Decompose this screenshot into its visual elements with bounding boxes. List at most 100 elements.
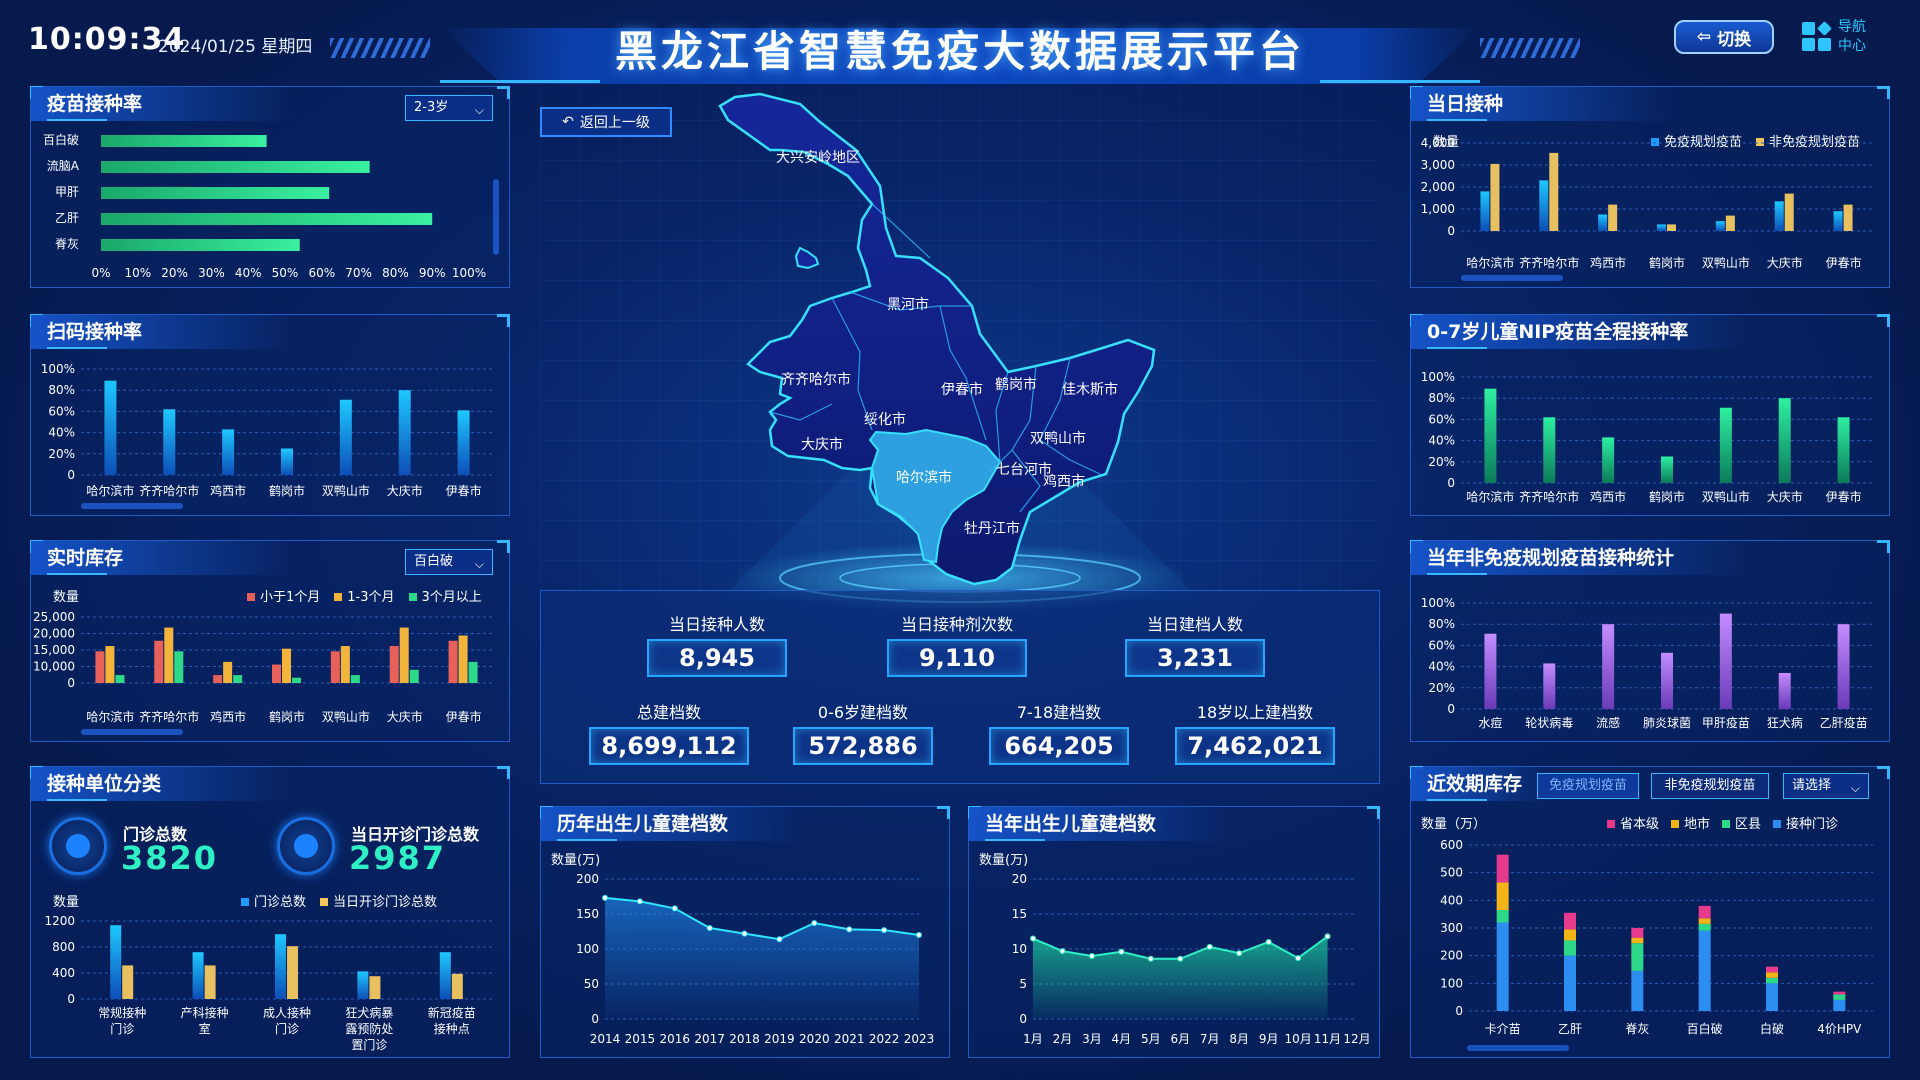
data-point [916, 932, 922, 938]
bar [204, 965, 216, 999]
y-tick-label: 4,000 [1421, 136, 1455, 150]
x-tick-label: 双鸭山市 [1702, 255, 1750, 270]
y-tick-label: 150 [576, 907, 599, 921]
x-tick-label: 双鸭山市 [322, 709, 370, 724]
expiry-chart: 0 100 200 300 400 500 600 卡介苗 乙肝 脊灰 百白破 白破 4价HPV [1440, 838, 1873, 1036]
bar [1549, 152, 1559, 231]
header: 10:09:34 2024/01/25 星期四 黑龙江省智慧免疫大数据展示平台 … [0, 0, 1920, 84]
bar [1608, 204, 1618, 231]
y-tick-label: 800 [52, 940, 75, 954]
bar [468, 661, 478, 683]
y-tick-label: 0 [591, 1012, 599, 1026]
x-tick-label: 鹤岗市 [1649, 489, 1685, 504]
horizontal-scrollbar[interactable] [81, 729, 183, 735]
x-tick-label: 7月 [1200, 1032, 1220, 1046]
x-tick-label: 2017 [694, 1032, 725, 1046]
bar-segment [1564, 912, 1576, 930]
bar [101, 213, 433, 225]
bar [1778, 672, 1791, 709]
bar [350, 675, 360, 683]
data-point [741, 930, 748, 937]
x-tick-label: 水痘 [1478, 715, 1502, 730]
y-tick-label: 200 [1440, 949, 1463, 963]
bar-segment [1833, 991, 1846, 995]
bar [369, 976, 381, 999]
back-button[interactable]: ↶ 返回上一级 [540, 107, 672, 137]
bar [1543, 663, 1556, 709]
x-tick-label: 甲肝疫苗 [1702, 715, 1750, 730]
x-tick-label: 门诊 [275, 1021, 299, 1036]
x-tick-label: 2019 [764, 1032, 795, 1046]
bar [110, 925, 122, 999]
vaccine-rate-chart: 0% 10% 20% 30% 40% 50% 60% 70% 80% 90% 100% 百白破流脑A 甲… [43, 132, 486, 280]
x-tick-label: 门诊 [110, 1021, 134, 1036]
x-tick-label: 6月 [1170, 1032, 1190, 1046]
x-tick-label: 0% [91, 266, 110, 280]
bar-segment [1496, 922, 1509, 1011]
bar [95, 651, 105, 683]
x-tick-label: 双鸭山市 [322, 483, 370, 498]
bar-segment [1631, 943, 1644, 971]
x-tick-label: 肺炎球菌 [1643, 716, 1691, 730]
bar [1837, 417, 1850, 483]
bar [1543, 417, 1556, 483]
bar [340, 646, 350, 683]
bar [101, 135, 267, 147]
vertical-scrollbar[interactable] [493, 179, 499, 255]
y-tick-label: 100 [1440, 976, 1463, 990]
header-line-right [1320, 80, 1480, 83]
x-tick-label: 2023 [904, 1032, 935, 1046]
y-tick-label: 25,000 [33, 610, 75, 624]
bar-segment [1833, 999, 1846, 1011]
x-tick-label: 50% [272, 266, 299, 280]
bar [101, 239, 300, 251]
y-tick-label: 40% [1428, 660, 1455, 674]
stat-7-18-records: 7-18建档数 664,205 [989, 699, 1129, 765]
bar [1484, 388, 1497, 483]
nav-center-link[interactable]: 导航中心 [1838, 18, 1878, 56]
bar [104, 380, 117, 475]
nip-panel: 0-7岁儿童NIP疫苗全程接种率 0 20% 40% 60% 80% 100% 哈尔滨市 齐齐… [1410, 314, 1890, 516]
bar [1725, 215, 1735, 231]
y-tick-label: 60% [48, 404, 75, 418]
horizontal-scrollbar[interactable] [1461, 275, 1563, 281]
bar-segment [1698, 923, 1711, 931]
y-tick-label: 100% [41, 362, 75, 376]
x-tick-label: 成人接种 [263, 1005, 311, 1020]
bar [105, 646, 115, 683]
units-panel: 接种单位分类 门诊总数 3820 当日开诊门诊总数 2987 数量 门诊总数 当… [30, 766, 510, 1058]
bar [1602, 437, 1615, 483]
bar [1480, 191, 1490, 231]
bar-segment [1631, 928, 1644, 938]
x-tick-label: 大庆市 [1767, 255, 1803, 270]
x-tick-label: 大庆市 [387, 709, 423, 724]
bar [101, 187, 330, 199]
x-tick-label: 鸡西市 [210, 709, 246, 724]
bar [398, 390, 411, 475]
x-tick-label: 60% [308, 266, 335, 280]
nav-grid-icon[interactable] [1802, 21, 1832, 52]
date: 2024/01/25 星期四 [158, 37, 313, 57]
bar [1774, 201, 1784, 231]
switch-button[interactable]: ⇦ 切换 [1674, 20, 1774, 54]
y-tick-label: 40% [48, 426, 75, 440]
x-tick-label: 轮状病毒 [1525, 715, 1573, 730]
y-tick-label: 50 [584, 977, 599, 991]
horizontal-scrollbar[interactable] [81, 503, 183, 509]
y-tick-label: 400 [1440, 893, 1463, 907]
scan-rate-chart: 0 20% 40% 60% 80% 100% 哈尔滨市 齐齐哈尔市 鸡西市 鹤岗市 双鸭山市 大庆市 伊… [41, 362, 493, 498]
x-tick-label: 4月 [1112, 1032, 1132, 1046]
x-tick-label: 2月 [1053, 1032, 1073, 1046]
y-tick-label: 600 [1440, 838, 1463, 852]
y-tick-label: 2,000 [1421, 180, 1455, 194]
bar [1661, 456, 1673, 483]
bar [1837, 624, 1850, 709]
bar [1484, 633, 1497, 709]
y-tick-label: 甲肝 [55, 185, 79, 199]
data-point [1206, 943, 1213, 950]
x-tick-label: 产科接种 [181, 1005, 229, 1020]
bar-segment [1833, 994, 1846, 1000]
x-tick-label: 鹤岗市 [269, 483, 305, 498]
horizontal-scrollbar[interactable] [1467, 1045, 1569, 1051]
stat-0-6-records: 0-6岁建档数 572,886 [793, 699, 933, 765]
